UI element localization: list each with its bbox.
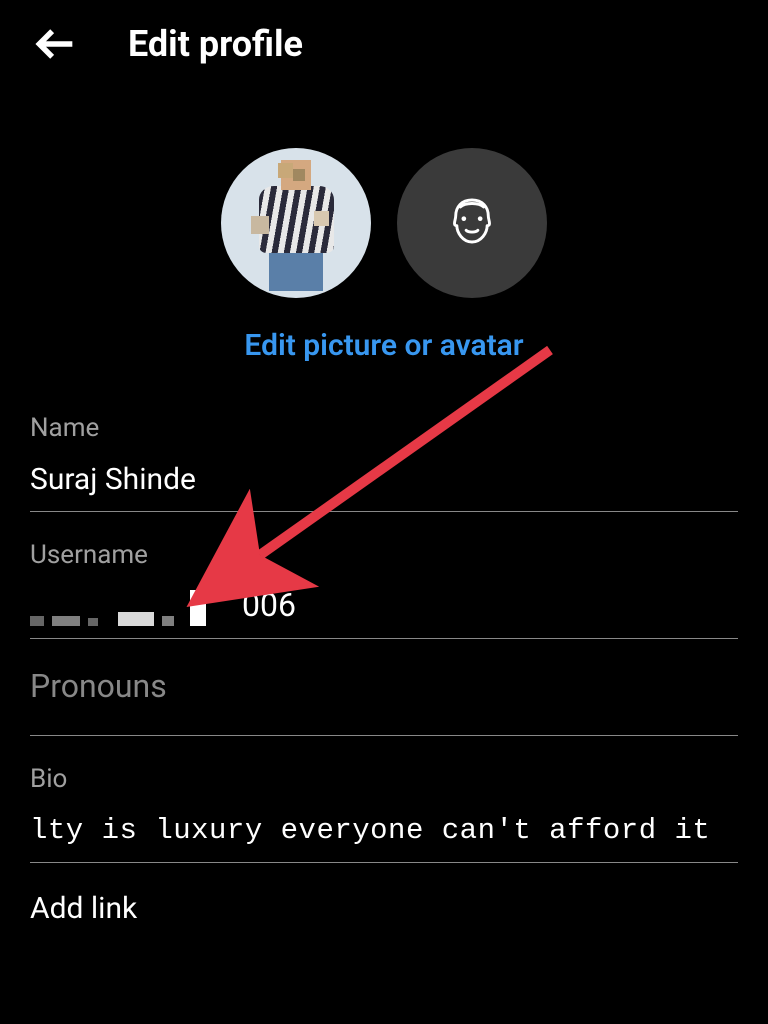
profile-picture[interactable]	[221, 148, 371, 298]
bio-field[interactable]: Bio lty is luxury everyone can't afford …	[30, 764, 738, 863]
add-link-row[interactable]: Add link	[30, 891, 738, 938]
pronouns-field[interactable]: Pronouns	[30, 667, 738, 736]
avatar-placeholder-button[interactable]	[397, 148, 547, 298]
avatar-section	[0, 148, 768, 298]
avatar-face-icon	[444, 193, 500, 253]
edit-picture-link[interactable]: Edit picture or avatar	[0, 328, 768, 363]
username-field[interactable]: Username 006	[30, 540, 738, 639]
pronouns-label: Pronouns	[30, 667, 738, 723]
name-label: Name	[30, 413, 738, 443]
fields-container: Name Suraj Shinde Username 006 Pronouns …	[0, 413, 768, 938]
bio-label: Bio	[30, 764, 738, 794]
name-value: Suraj Shinde	[30, 459, 738, 499]
add-link-label: Add link	[30, 891, 738, 926]
username-partial-text: 006	[242, 586, 296, 624]
back-arrow-icon[interactable]	[30, 20, 78, 68]
page-title: Edit profile	[128, 23, 303, 65]
username-label: Username	[30, 540, 738, 570]
bio-value: lty is luxury everyone can't afford it	[30, 810, 738, 850]
name-field[interactable]: Name Suraj Shinde	[30, 413, 738, 512]
username-value: 006	[30, 586, 738, 626]
header: Edit profile	[0, 0, 768, 88]
